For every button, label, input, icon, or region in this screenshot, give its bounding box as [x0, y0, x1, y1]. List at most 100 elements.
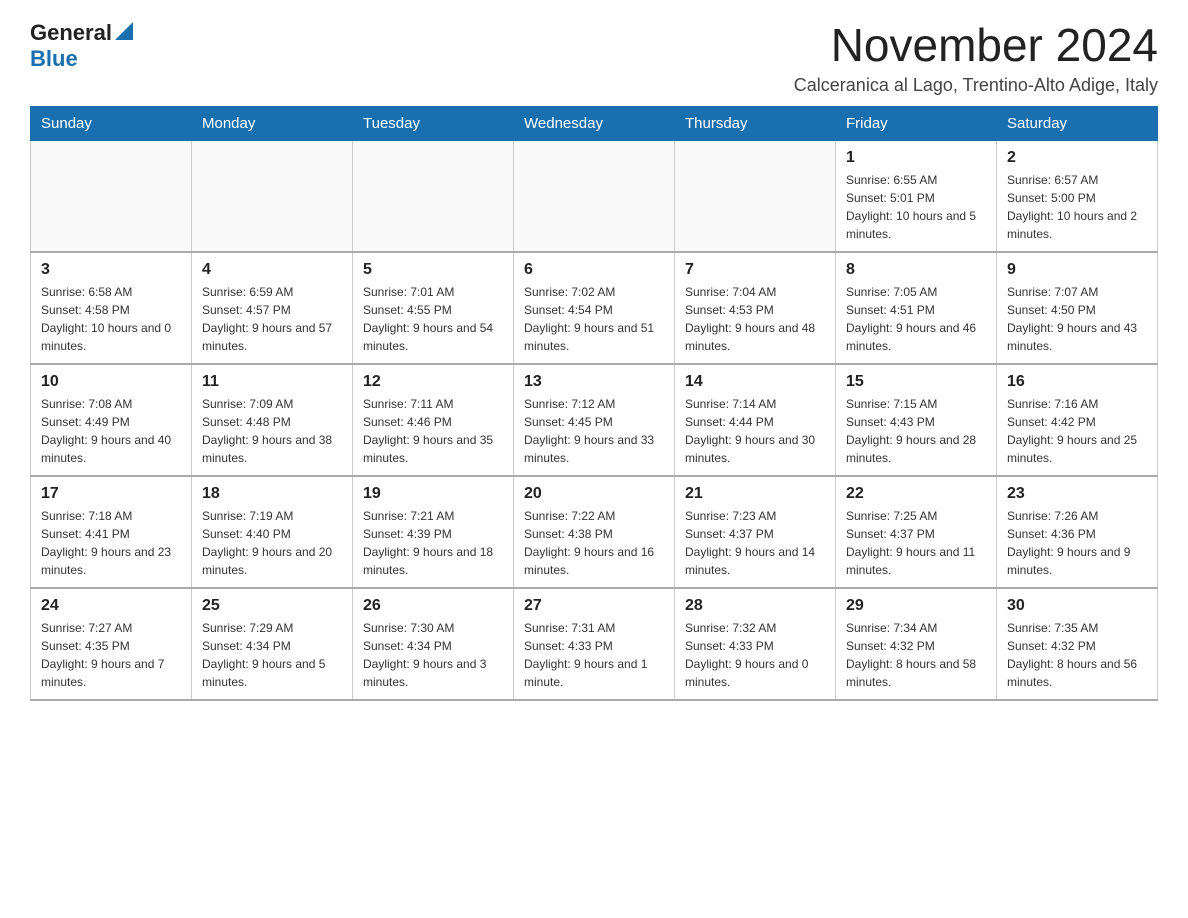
- day-number: 21: [685, 485, 825, 503]
- logo: General Blue: [30, 20, 133, 72]
- calendar-cell: 9 Sunrise: 7:07 AM Sunset: 4:50 PM Daylig…: [997, 252, 1158, 364]
- day-number: 9: [1007, 261, 1147, 279]
- day-info: Sunrise: 7:18 AM Sunset: 4:41 PM Dayligh…: [41, 509, 171, 577]
- day-info: Sunrise: 7:08 AM Sunset: 4:49 PM Dayligh…: [41, 397, 171, 465]
- calendar-cell: 28 Sunrise: 7:32 AM Sunset: 4:33 PM Dayli…: [675, 588, 836, 700]
- calendar-cell: 15Sunrise: 7:15 AM Sunset: 4:43 PM Dayli…: [836, 364, 997, 476]
- day-number: 26: [363, 597, 503, 615]
- day-number: 19: [363, 485, 503, 503]
- day-info: Sunrise: 7:30 AM Sunset: 4:34 PM Dayligh…: [363, 621, 486, 689]
- day-number: 18: [202, 485, 342, 503]
- day-number: 12: [363, 373, 503, 391]
- weekday-header: Friday: [836, 106, 997, 140]
- title-section: November 2024 Calceranica al Lago, Trent…: [794, 20, 1158, 96]
- calendar-cell: [192, 140, 353, 252]
- weekday-header: Wednesday: [514, 106, 675, 140]
- calendar-table: SundayMondayTuesdayWednesdayThursdayFrid…: [30, 106, 1158, 701]
- calendar-week-row: 17 Sunrise: 7:18 AM Sunset: 4:41 PM Dayli…: [31, 476, 1158, 588]
- day-number: 1: [846, 149, 986, 167]
- day-number: 30: [1007, 597, 1147, 615]
- calendar-week-row: 1 Sunrise: 6:55 AM Sunset: 5:01 PM Daylig…: [31, 140, 1158, 252]
- location: Calceranica al Lago, Trentino-Alto Adige…: [794, 75, 1158, 96]
- day-number: 28: [685, 597, 825, 615]
- calendar-cell: 29Sunrise: 7:34 AM Sunset: 4:32 PM Dayli…: [836, 588, 997, 700]
- day-info: Sunrise: 7:12 AM Sunset: 4:45 PM Dayligh…: [524, 397, 654, 465]
- calendar-cell: 4 Sunrise: 6:59 AM Sunset: 4:57 PM Daylig…: [192, 252, 353, 364]
- day-number: 11: [202, 373, 342, 391]
- calendar-cell: 21 Sunrise: 7:23 AM Sunset: 4:37 PM Dayli…: [675, 476, 836, 588]
- day-info: Sunrise: 7:09 AM Sunset: 4:48 PM Dayligh…: [202, 397, 332, 465]
- calendar-cell: [675, 140, 836, 252]
- day-info: Sunrise: 7:32 AM Sunset: 4:33 PM Dayligh…: [685, 621, 808, 689]
- calendar-cell: 8 Sunrise: 7:05 AM Sunset: 4:51 PM Daylig…: [836, 252, 997, 364]
- day-number: 13: [524, 373, 664, 391]
- calendar-cell: 12 Sunrise: 7:11 AM Sunset: 4:46 PM Dayli…: [353, 364, 514, 476]
- day-info: Sunrise: 7:14 AM Sunset: 4:44 PM Dayligh…: [685, 397, 815, 465]
- calendar-cell: [31, 140, 192, 252]
- calendar-cell: 10 Sunrise: 7:08 AM Sunset: 4:49 PM Dayli…: [31, 364, 192, 476]
- logo-arrow-icon: [115, 22, 133, 40]
- day-info: Sunrise: 7:19 AM Sunset: 4:40 PM Dayligh…: [202, 509, 332, 577]
- day-info: Sunrise: 7:02 AM Sunset: 4:54 PM Dayligh…: [524, 285, 654, 353]
- calendar-cell: 18 Sunrise: 7:19 AM Sunset: 4:40 PM Dayli…: [192, 476, 353, 588]
- calendar-cell: 7 Sunrise: 7:04 AM Sunset: 4:53 PM Daylig…: [675, 252, 836, 364]
- calendar-cell: 20 Sunrise: 7:22 AM Sunset: 4:38 PM Dayli…: [514, 476, 675, 588]
- day-info: Sunrise: 7:05 AM Sunset: 4:51 PM Dayligh…: [846, 285, 976, 353]
- day-info: Sunrise: 7:27 AM Sunset: 4:35 PM Dayligh…: [41, 621, 164, 689]
- day-number: 7: [685, 261, 825, 279]
- day-number: 6: [524, 261, 664, 279]
- day-info: Sunrise: 7:01 AM Sunset: 4:55 PM Dayligh…: [363, 285, 493, 353]
- day-info: Sunrise: 7:04 AM Sunset: 4:53 PM Dayligh…: [685, 285, 815, 353]
- day-number: 29: [846, 597, 986, 615]
- calendar-cell: [514, 140, 675, 252]
- day-info: Sunrise: 7:35 AM Sunset: 4:32 PM Dayligh…: [1007, 621, 1137, 689]
- calendar-cell: 25 Sunrise: 7:29 AM Sunset: 4:34 PM Dayli…: [192, 588, 353, 700]
- day-info: Sunrise: 6:57 AM Sunset: 5:00 PM Dayligh…: [1007, 173, 1137, 241]
- calendar-cell: [353, 140, 514, 252]
- day-info: Sunrise: 6:55 AM Sunset: 5:01 PM Dayligh…: [846, 173, 976, 241]
- weekday-header: Monday: [192, 106, 353, 140]
- logo-blue: Blue: [30, 46, 78, 71]
- day-info: Sunrise: 7:11 AM Sunset: 4:46 PM Dayligh…: [363, 397, 493, 465]
- calendar-cell: 6 Sunrise: 7:02 AM Sunset: 4:54 PM Daylig…: [514, 252, 675, 364]
- calendar-cell: 19 Sunrise: 7:21 AM Sunset: 4:39 PM Dayli…: [353, 476, 514, 588]
- day-number: 4: [202, 261, 342, 279]
- day-info: Sunrise: 7:21 AM Sunset: 4:39 PM Dayligh…: [363, 509, 493, 577]
- weekday-header: Tuesday: [353, 106, 514, 140]
- day-number: 3: [41, 261, 181, 279]
- calendar-cell: 22 Sunrise: 7:25 AM Sunset: 4:37 PM Dayli…: [836, 476, 997, 588]
- day-info: Sunrise: 7:07 AM Sunset: 4:50 PM Dayligh…: [1007, 285, 1137, 353]
- weekday-header: Sunday: [31, 106, 192, 140]
- day-number: 5: [363, 261, 503, 279]
- weekday-header: Saturday: [997, 106, 1158, 140]
- day-number: 27: [524, 597, 664, 615]
- day-info: Sunrise: 6:58 AM Sunset: 4:58 PM Dayligh…: [41, 285, 171, 353]
- day-info: Sunrise: 7:29 AM Sunset: 4:34 PM Dayligh…: [202, 621, 325, 689]
- calendar-header: SundayMondayTuesdayWednesdayThursdayFrid…: [31, 106, 1158, 140]
- day-number: 17: [41, 485, 181, 503]
- calendar-cell: 27Sunrise: 7:31 AM Sunset: 4:33 PM Dayli…: [514, 588, 675, 700]
- day-number: 20: [524, 485, 664, 503]
- calendar-cell: 3 Sunrise: 6:58 AM Sunset: 4:58 PM Daylig…: [31, 252, 192, 364]
- weekday-header: Thursday: [675, 106, 836, 140]
- day-number: 24: [41, 597, 181, 615]
- day-info: Sunrise: 7:23 AM Sunset: 4:37 PM Dayligh…: [685, 509, 815, 577]
- calendar-cell: 23Sunrise: 7:26 AM Sunset: 4:36 PM Dayli…: [997, 476, 1158, 588]
- calendar-cell: 2Sunrise: 6:57 AM Sunset: 5:00 PM Daylig…: [997, 140, 1158, 252]
- calendar-cell: 16Sunrise: 7:16 AM Sunset: 4:42 PM Dayli…: [997, 364, 1158, 476]
- calendar-cell: 30 Sunrise: 7:35 AM Sunset: 4:32 PM Dayli…: [997, 588, 1158, 700]
- calendar-cell: 17 Sunrise: 7:18 AM Sunset: 4:41 PM Dayli…: [31, 476, 192, 588]
- month-title: November 2024: [794, 20, 1158, 71]
- calendar-cell: 24 Sunrise: 7:27 AM Sunset: 4:35 PM Dayli…: [31, 588, 192, 700]
- calendar-cell: 5 Sunrise: 7:01 AM Sunset: 4:55 PM Daylig…: [353, 252, 514, 364]
- day-info: Sunrise: 7:25 AM Sunset: 4:37 PM Dayligh…: [846, 509, 975, 577]
- day-number: 23: [1007, 485, 1147, 503]
- day-info: Sunrise: 6:59 AM Sunset: 4:57 PM Dayligh…: [202, 285, 332, 353]
- calendar-cell: 1 Sunrise: 6:55 AM Sunset: 5:01 PM Daylig…: [836, 140, 997, 252]
- calendar-cell: 26 Sunrise: 7:30 AM Sunset: 4:34 PM Dayli…: [353, 588, 514, 700]
- day-number: 8: [846, 261, 986, 279]
- day-number: 25: [202, 597, 342, 615]
- day-number: 10: [41, 373, 181, 391]
- day-number: 22: [846, 485, 986, 503]
- day-info: Sunrise: 7:22 AM Sunset: 4:38 PM Dayligh…: [524, 509, 654, 577]
